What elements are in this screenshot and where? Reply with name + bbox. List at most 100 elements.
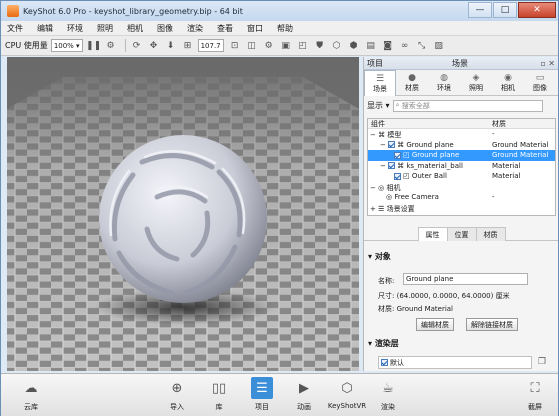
material-label: 材质: — [378, 305, 395, 313]
move-icon[interactable]: ✥ — [147, 39, 161, 53]
collapse-icon[interactable]: − — [370, 131, 376, 139]
tree-row-ground-plane[interactable]: ◰ Ground plane Ground Material — [368, 150, 555, 161]
performance-icon[interactable]: ⚙ — [104, 39, 118, 53]
settings-list-icon: ☰ — [378, 204, 385, 213]
shield-icon[interactable]: ⛊ — [313, 39, 327, 53]
tab-materials[interactable]: ● 材质 — [396, 70, 428, 96]
image-icon[interactable]: ▨ — [432, 39, 446, 53]
render-button[interactable]: ☕ 渲染 — [368, 377, 408, 412]
search-row: 显示 ▾ ⌕ 搜索全部 — [364, 98, 558, 113]
visibility-checkbox[interactable] — [394, 151, 401, 159]
tab-environment[interactable]: ◍ 环境 — [428, 70, 460, 96]
region-icon[interactable]: ◰ — [296, 39, 310, 53]
camera-add-icon[interactable]: ⊡ — [228, 39, 242, 53]
render-viewport[interactable] — [7, 57, 359, 371]
tab-scene[interactable]: ☰ 场景 — [364, 70, 396, 96]
tree-row-free-camera[interactable]: ◎ Free Camera - — [368, 192, 555, 203]
screenshot-icon[interactable]: ◙ — [381, 39, 395, 53]
expand-icon[interactable]: + — [370, 205, 376, 213]
library-button[interactable]: ▯▯ 库 — [199, 377, 239, 412]
group-icon: ⌘ — [397, 161, 405, 170]
render-layers-toggle[interactable]: ▾ 渲染层 — [368, 338, 399, 349]
screenshot-button[interactable]: ⛶ 截屏 — [515, 377, 555, 412]
library-book-icon: ▯▯ — [211, 380, 227, 396]
settings-icon[interactable]: ⚙ — [262, 39, 276, 53]
tab-camera[interactable]: ◉ 相机 — [492, 70, 524, 96]
import-icon: ⊕ — [171, 380, 183, 396]
title-bar[interactable]: KeyShot 6.0 Pro - keyshot_library_geomet… — [1, 1, 558, 21]
tree-row-material: - — [492, 193, 495, 201]
tree-row-outer-ball[interactable]: ◰ Outer Ball Material — [368, 171, 555, 182]
keyshotvr-button[interactable]: ⬡ KeyShotVR — [327, 377, 367, 411]
panel-close-icon[interactable]: ▫ ✕ — [540, 59, 555, 68]
lock-icon[interactable]: ▣ — [279, 39, 293, 53]
display-dropdown[interactable]: 显示 ▾ — [367, 100, 390, 111]
menu-window[interactable]: 窗口 — [247, 23, 263, 34]
crop-icon[interactable]: ⤡ — [415, 39, 429, 53]
tree-row-material-ball[interactable]: − ⌘ ks_material_ball Material — [368, 161, 555, 172]
tab-position[interactable]: 位置 — [446, 227, 477, 241]
tree-row-scene-settings[interactable]: + ☰ 场景设置 — [368, 203, 555, 214]
visibility-checkbox[interactable] — [394, 172, 401, 180]
edit-material-button[interactable]: 编辑材质 — [416, 318, 454, 331]
object-section-toggle[interactable]: ▾ 对象 — [368, 251, 391, 262]
project-button[interactable]: ☰ 项目 — [242, 377, 282, 412]
layer-checkbox[interactable] — [381, 359, 388, 366]
layers-icon[interactable]: ❐ — [538, 357, 546, 367]
menu-bar: 文件 编辑 环境 照明 相机 图像 渲染 查看 窗口 帮助 — [1, 21, 558, 36]
fov-input[interactable]: 107.7 — [197, 39, 224, 52]
pause-icon[interactable]: ❚❚ — [86, 39, 101, 53]
import-button[interactable]: ⊕ 导入 — [157, 377, 197, 412]
models-icon: ⌘ — [378, 131, 386, 139]
refresh-icon[interactable]: ⟳ — [130, 39, 144, 53]
collapse-icon[interactable]: − — [380, 162, 386, 170]
minimize-button[interactable]: — — [468, 2, 492, 18]
visibility-checkbox[interactable] — [388, 162, 396, 169]
cpu-usage-value: 100% — [53, 41, 74, 50]
tab-scene-label: 场景 — [373, 84, 387, 93]
tab-image[interactable]: ▭ 图像 — [524, 70, 556, 96]
close-button[interactable]: ✕ — [518, 2, 556, 18]
collapse-icon[interactable]: − — [370, 184, 376, 192]
dolly-icon[interactable]: ⬇ — [164, 39, 178, 53]
tab-properties[interactable]: 属性 — [417, 227, 448, 241]
collapse-icon[interactable]: − — [380, 141, 386, 149]
tree-row-ground-group[interactable]: − ⌘ Ground plane Ground Material — [368, 140, 555, 151]
tab-lighting[interactable]: ◈ 照明 — [460, 70, 492, 96]
menu-image[interactable]: 图像 — [157, 23, 173, 34]
menu-help[interactable]: 帮助 — [277, 23, 293, 34]
tree-row-cameras[interactable]: − ◎ 相机 — [368, 182, 555, 193]
menu-file[interactable]: 文件 — [7, 23, 23, 34]
tree-row-models[interactable]: − ⌘ 模型 - — [368, 129, 555, 140]
maximize-button[interactable]: □ — [493, 2, 517, 18]
panel-tabs: ☰ 场景 ● 材质 ◍ 环境 ◈ 照明 ◉ 相机 ▭ 图像 — [364, 70, 558, 96]
name-label: 名称: — [378, 277, 395, 285]
part-icon: ◰ — [403, 151, 410, 159]
menu-edit[interactable]: 编辑 — [37, 23, 53, 34]
menu-view[interactable]: 查看 — [217, 23, 233, 34]
link-icon[interactable]: ∞ — [398, 39, 412, 53]
tree-row-name: Free Camera — [394, 193, 439, 201]
lighting-tab-icon: ◈ — [472, 73, 480, 83]
tab-material[interactable]: 材质 — [475, 227, 506, 241]
menu-environment[interactable]: 环境 — [67, 23, 83, 34]
animation-button[interactable]: ▶ 动画 — [284, 377, 324, 412]
menu-render[interactable]: 渲染 — [187, 23, 203, 34]
group-icon: ⌘ — [397, 140, 405, 149]
search-input[interactable]: ⌕ 搜索全部 — [392, 99, 543, 112]
name-field[interactable]: Ground plane — [403, 273, 528, 285]
menu-lighting[interactable]: 照明 — [97, 23, 113, 34]
cpu-usage-select[interactable]: 100% ▾ — [50, 39, 83, 52]
cloud-library-button[interactable]: ☁ 云库 — [11, 377, 51, 412]
menu-camera[interactable]: 相机 — [127, 23, 143, 34]
image-tab-icon: ▭ — [535, 73, 545, 83]
layer-row-default[interactable]: 默认 — [378, 356, 532, 369]
material-icon[interactable]: ⬢ — [347, 39, 361, 53]
unlink-material-button[interactable]: 解除链接材质 — [466, 318, 518, 331]
object-section-title: 对象 — [374, 252, 391, 261]
camera-select-icon[interactable]: ◫ — [245, 39, 259, 53]
geometry-icon[interactable]: ⬡ — [330, 39, 344, 53]
visibility-checkbox[interactable] — [388, 141, 396, 148]
camera-tab-icon: ◉ — [504, 73, 512, 83]
film-icon[interactable]: ▤ — [364, 39, 378, 53]
